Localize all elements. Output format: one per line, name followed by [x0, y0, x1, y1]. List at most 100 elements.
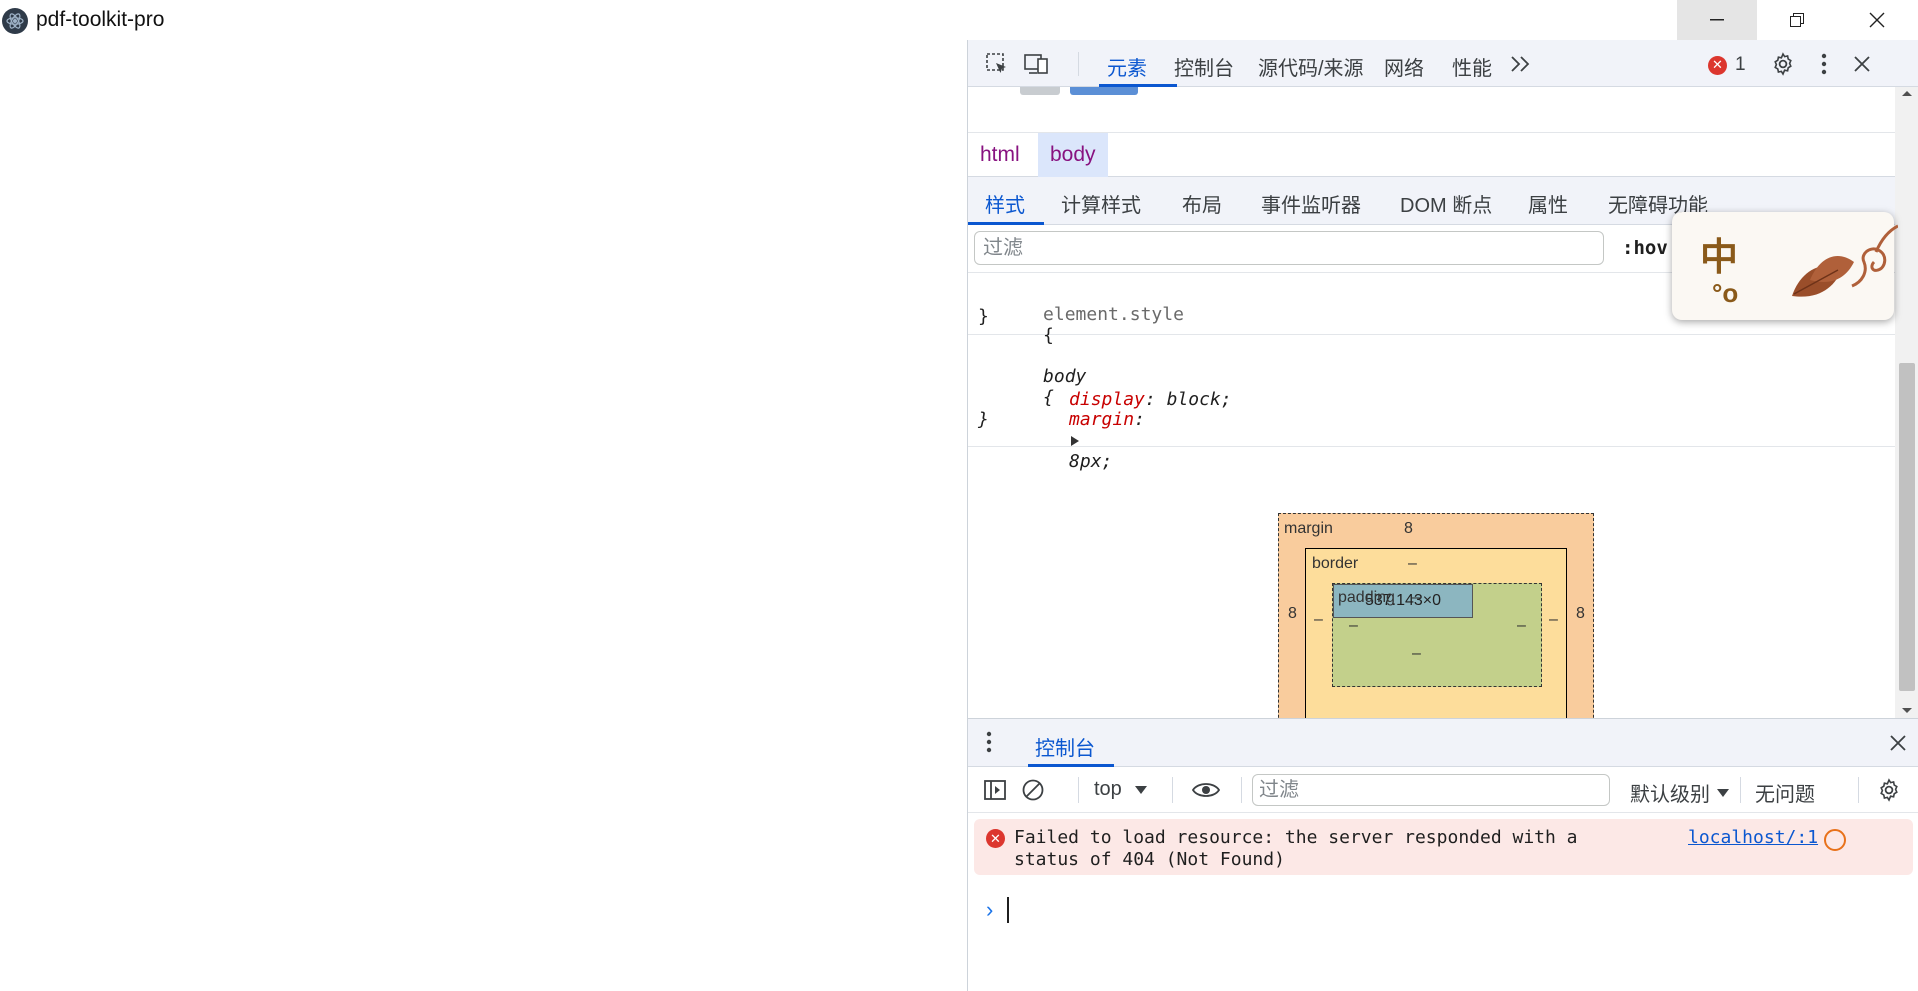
tab-network[interactable]: 网络 [1384, 52, 1424, 81]
error-source-link[interactable]: localhost/:1 [1688, 827, 1818, 848]
tab-performance[interactable]: 性能 [1452, 52, 1492, 81]
error-icon: ✕ [1708, 55, 1727, 75]
console-prompt-icon: › [986, 897, 994, 922]
error-text: Failed to load resource: the server resp… [1014, 827, 1578, 870]
margin-left-value[interactable]: 8 [1288, 605, 1297, 623]
toolbar-divider [1172, 777, 1173, 803]
property-value[interactable]: block; [1167, 389, 1232, 410]
scroll-down-icon[interactable] [1901, 707, 1913, 715]
log-levels-dropdown[interactable]: 默认级别 [1630, 778, 1730, 807]
drawer-tab-console[interactable]: 控制台 [1035, 732, 1095, 761]
inspect-element-icon[interactable] [982, 50, 1012, 78]
restore-button[interactable] [1757, 0, 1837, 40]
console-toolbar: top 默认级别 无问题 [968, 767, 1918, 813]
border-left-value[interactable]: – [1314, 611, 1323, 629]
rule-close-brace: } [978, 409, 989, 430]
padding-top-value[interactable]: – [1412, 589, 1421, 607]
margin-label: margin [1284, 520, 1333, 537]
ime-punctuation-mode[interactable]: °o [1712, 278, 1738, 309]
tab-computed[interactable]: 计算样式 [1061, 189, 1141, 218]
minimize-button[interactable] [1677, 0, 1757, 40]
toolbar-divider [1078, 777, 1079, 803]
network-request-icon[interactable] [1824, 829, 1846, 851]
error-count-badge[interactable]: ✕ 1 [1708, 54, 1746, 76]
context-selector[interactable]: top [1094, 778, 1148, 801]
tab-layout[interactable]: 布局 [1182, 189, 1222, 218]
expand-triangle-icon[interactable] [1069, 435, 1081, 447]
styles-scrollbar[interactable] [1895, 87, 1918, 718]
breadcrumb-html[interactable]: html [968, 133, 1032, 177]
drawer-menu-icon[interactable] [986, 731, 992, 758]
ime-mode-char[interactable]: 中 [1700, 226, 1738, 281]
device-toolbar-icon[interactable] [1022, 50, 1052, 78]
console-drawer: 控制台 top 默认级别 [968, 718, 1918, 991]
padding-bottom-value[interactable]: – [1412, 645, 1421, 663]
scrollbar-thumb[interactable] [1899, 363, 1915, 691]
toolbar-divider [1740, 777, 1741, 803]
scroll-up-icon[interactable] [1901, 89, 1913, 97]
console-settings-gear-icon[interactable] [1874, 775, 1904, 805]
drawer-tabbar: 控制台 [968, 719, 1918, 767]
window-titlebar: pdf-toolkit-pro [0, 0, 1918, 40]
dom-tree-peek [968, 87, 1918, 133]
toolbar-divider [1858, 777, 1859, 803]
rule-close-brace: } [978, 306, 989, 327]
tab-event-listeners[interactable]: 事件监听器 [1261, 189, 1361, 218]
console-input[interactable] [1007, 897, 1009, 923]
property-name[interactable]: margin [1069, 409, 1134, 430]
tab-styles[interactable]: 样式 [985, 189, 1025, 218]
close-devtools-icon[interactable] [1847, 50, 1877, 78]
more-tabs-icon[interactable] [1506, 50, 1536, 78]
margin-top-value[interactable]: 8 [1404, 520, 1413, 538]
devtools-panel: 元素 控制台 源代码/来源 网络 性能 ✕ 1 html body 样式 计算样… [967, 40, 1918, 991]
dropdown-arrow-icon [1717, 788, 1729, 797]
border-label: border [1312, 555, 1359, 572]
ime-leaf-decoration-icon [1792, 224, 1898, 297]
clear-console-icon[interactable] [1018, 775, 1048, 805]
padding-left-value[interactable]: – [1349, 617, 1358, 635]
body-style-rule: body { display: block; margin: 8px; } [968, 335, 1918, 472]
tab-console[interactable]: 控制台 [1174, 52, 1234, 81]
log-levels-value: 默认级别 [1630, 784, 1710, 806]
box-model-margin: margin 8 8 8 border – – – – padding – – … [1278, 513, 1594, 718]
sidebar-toggle-icon[interactable] [980, 775, 1010, 805]
box-model-border: border – – – – padding – – – – 537.143×0 [1305, 548, 1567, 718]
border-top-value[interactable]: – [1408, 555, 1417, 573]
ime-status-widget[interactable]: 中 °o [1672, 212, 1898, 320]
close-drawer-icon[interactable] [1889, 734, 1907, 757]
context-value: top [1094, 778, 1122, 800]
tab-dom-breakpoints[interactable]: DOM 断点 [1400, 189, 1492, 218]
issues-counter[interactable]: 无问题 [1755, 778, 1815, 807]
element-style-selector[interactable]: element.style [1043, 304, 1184, 325]
window-title: pdf-toolkit-pro [36, 8, 165, 31]
breadcrumb-body[interactable]: body [1038, 133, 1108, 177]
padding-right-value[interactable]: – [1517, 617, 1526, 635]
dom-node-fragment [1020, 87, 1060, 95]
live-expression-eye-icon[interactable] [1191, 775, 1221, 805]
dom-node-fragment-selected [1070, 87, 1138, 95]
page-viewport [0, 40, 967, 991]
close-window-button[interactable] [1837, 0, 1917, 40]
border-right-value[interactable]: – [1549, 611, 1558, 629]
app-logo-icon [2, 8, 28, 34]
dropdown-arrow-icon [1134, 785, 1147, 794]
more-options-icon[interactable] [1809, 50, 1839, 78]
toolbar-divider [1078, 52, 1079, 76]
styles-filter-input[interactable] [974, 231, 1604, 265]
box-model-area: margin 8 8 8 border – – – – padding – – … [968, 447, 1918, 718]
error-icon: ✕ [986, 829, 1005, 848]
tab-elements[interactable]: 元素 [1107, 52, 1147, 81]
tab-properties[interactable]: 属性 [1528, 189, 1568, 218]
box-model-padding: padding – – – – 537.143×0 [1332, 583, 1542, 687]
hover-state-toggle[interactable]: :hov [1622, 237, 1668, 259]
padding-label: padding [1338, 589, 1395, 606]
console-error-message: ✕ Failed to load resource: the server re… [974, 819, 1913, 875]
tab-sources[interactable]: 源代码/来源 [1258, 52, 1364, 81]
breadcrumb: html body [968, 133, 1918, 177]
console-filter-input[interactable] [1252, 774, 1610, 806]
devtools-toolbar: 元素 控制台 源代码/来源 网络 性能 ✕ 1 [968, 40, 1918, 87]
settings-gear-icon[interactable] [1768, 50, 1798, 78]
margin-right-value[interactable]: 8 [1576, 605, 1585, 623]
toolbar-divider [1241, 777, 1242, 803]
error-count: 1 [1735, 54, 1746, 75]
